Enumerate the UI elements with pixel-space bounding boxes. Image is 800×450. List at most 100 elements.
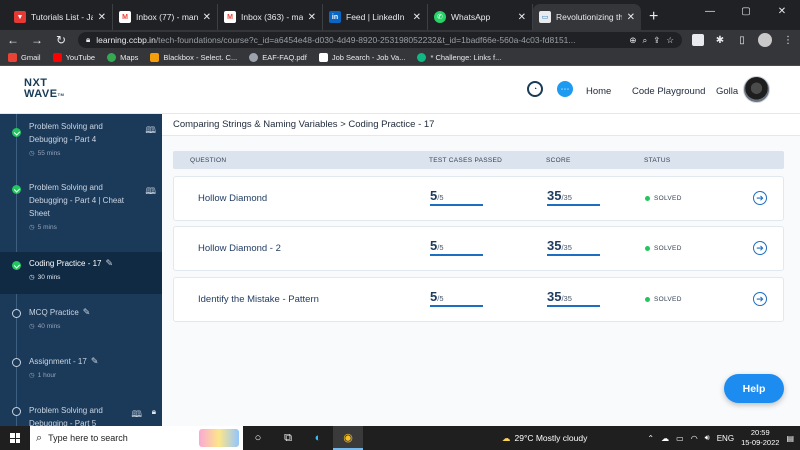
- puzzle-icon[interactable]: ✱: [714, 35, 726, 46]
- address-bar[interactable]: 🔒︎ learning.ccbp.in/tech-foundations/cou…: [78, 32, 682, 48]
- whatsapp-icon: ✆: [434, 11, 446, 23]
- close-icon[interactable]: ✕: [413, 12, 421, 23]
- forward-icon[interactable]: →: [30, 33, 44, 47]
- new-tab-button[interactable]: +: [649, 4, 658, 30]
- test-cases-passed: 5/5: [430, 188, 483, 206]
- minimize-icon[interactable]: —: [692, 0, 728, 22]
- close-icon[interactable]: ✕: [98, 12, 106, 23]
- breadcrumb[interactable]: Comparing Strings & Naming Variables > C…: [173, 119, 434, 130]
- sidebar-item-mcq-practice[interactable]: MCQ Practice ✎ ◷ 40 mins: [0, 306, 162, 346]
- status-dot-icon: [645, 196, 650, 201]
- timer-icon[interactable]: ◔: [527, 81, 543, 97]
- url-text[interactable]: learning.ccbp.in/tech-foundations/course…: [96, 35, 623, 45]
- taskbar-search-box[interactable]: ⌕ Type here to search: [30, 426, 243, 450]
- back-icon[interactable]: ←: [6, 33, 20, 47]
- nav-code-playground-link[interactable]: Code Playground: [632, 86, 705, 97]
- profile-icon[interactable]: [758, 33, 772, 47]
- table-row[interactable]: Identify the Mistake - Pattern 5/5 35/35…: [173, 277, 784, 322]
- tab-title: Inbox (363) - mano: [241, 12, 303, 22]
- test-cases-passed: 5/5: [430, 289, 483, 307]
- challenge-icon: [417, 53, 427, 62]
- bookmark-maps[interactable]: Maps: [107, 53, 138, 62]
- table-row[interactable]: Hollow Diamond - 2 5/5 35/35 SOLVED ➔: [173, 226, 784, 271]
- bookmark-blackbox[interactable]: Blackbox - Select. C...: [150, 53, 237, 62]
- edge-icon[interactable]: ◐: [303, 426, 333, 450]
- windows-start-icon[interactable]: [0, 426, 30, 450]
- arrow-right-circle-icon[interactable]: ➔: [753, 191, 767, 205]
- status-badge: SOLVED: [645, 245, 682, 252]
- browser-tab[interactable]: ▼ Tutorials List - Java ✕: [8, 4, 113, 30]
- book-icon[interactable]: 🕮︎: [145, 184, 156, 200]
- progress-bar: [547, 204, 600, 206]
- maximize-icon[interactable]: ▢: [728, 0, 764, 22]
- close-icon[interactable]: ✕: [203, 12, 211, 23]
- arrow-right-circle-icon[interactable]: ➔: [753, 241, 767, 255]
- pending-circle-icon: [12, 407, 21, 416]
- job-icon: [318, 53, 328, 62]
- bookmark-gmail[interactable]: Gmail: [8, 53, 41, 62]
- wifi-icon[interactable]: ◠: [691, 434, 698, 443]
- book-icon[interactable]: 🕮︎: [145, 123, 156, 139]
- close-icon[interactable]: ✕: [518, 12, 526, 23]
- close-icon[interactable]: ✕: [308, 12, 316, 23]
- star-icon[interactable]: ☆: [666, 35, 674, 46]
- table-header: QUESTION TEST CASES PASSED SCORE STATUS: [173, 151, 784, 169]
- close-window-icon[interactable]: ✕: [764, 0, 800, 22]
- sidebar-icon[interactable]: ▯: [736, 35, 748, 46]
- task-view-icon[interactable]: ⧉: [273, 426, 303, 450]
- avatar[interactable]: [743, 76, 770, 103]
- arrow-right-circle-icon[interactable]: ➔: [753, 292, 767, 306]
- bookmark-youtube[interactable]: YouTube: [52, 53, 95, 62]
- ccbp-icon: ▭: [539, 11, 551, 23]
- tab-title: WhatsApp: [451, 12, 491, 22]
- sidebar-item-problem-solving-part-5[interactable]: Problem Solving and Debugging - Part 5 🕮…: [0, 404, 162, 426]
- search-placeholder: Type here to search: [48, 433, 128, 443]
- notification-icon[interactable]: ▤: [786, 434, 794, 443]
- weather-widget[interactable]: ☁ 29°C Mostly cloudy: [502, 426, 587, 450]
- cortana-icon[interactable]: ○: [243, 426, 273, 450]
- menu-icon[interactable]: ⋮: [782, 35, 794, 46]
- user-name[interactable]: Golla: [716, 86, 738, 97]
- book-icon[interactable]: 🕮︎: [131, 407, 142, 423]
- close-icon[interactable]: ✕: [627, 12, 635, 23]
- search-icon[interactable]: ⌕: [642, 35, 647, 46]
- browser-tab[interactable]: M Inbox (363) - mano ✕: [218, 4, 323, 30]
- volume-icon[interactable]: 🔊︎: [705, 433, 710, 443]
- search-icon: ⌕: [36, 431, 43, 444]
- clock[interactable]: 20:59 15-09-2022: [741, 428, 779, 448]
- bookmark-job-search[interactable]: Job Search - Job Va...: [318, 53, 405, 62]
- share-icon[interactable]: ⇪: [653, 35, 660, 46]
- sidebar-item-cheat-sheet[interactable]: Problem Solving and Debugging - Part 4 |…: [0, 181, 162, 245]
- browser-tab[interactable]: ✆ WhatsApp ✕: [428, 4, 533, 30]
- clock-icon: ◷: [29, 372, 35, 379]
- blackbox-icon: [150, 53, 160, 62]
- browser-tab[interactable]: in Feed | LinkedIn ✕: [323, 4, 428, 30]
- sidebar-item-coding-practice-17[interactable]: Coding Practice - 17 ✎ ◷ 30 mins: [0, 252, 162, 294]
- table-row[interactable]: Hollow Diamond 5/5 35/35 SOLVED ➔: [173, 176, 784, 221]
- nav-home-link[interactable]: Home: [586, 86, 611, 97]
- browser-tab[interactable]: M Inbox (77) - manoje ✕: [113, 4, 218, 30]
- chat-icon[interactable]: ⋯: [557, 81, 573, 97]
- tab-title: Tutorials List - Java: [31, 12, 93, 22]
- chevron-up-icon[interactable]: ⌃: [647, 434, 654, 443]
- sidebar-item-problem-solving-part-4[interactable]: Problem Solving and Debugging - Part 4 ◷…: [0, 120, 162, 170]
- install-icon[interactable]: ⊕: [629, 35, 636, 46]
- bookmark-eaf-faq[interactable]: EAF-FAQ.pdf: [249, 53, 307, 62]
- globe-icon: [249, 53, 259, 62]
- question-title[interactable]: Hollow Diamond - 2: [198, 243, 281, 254]
- help-button[interactable]: Help: [724, 374, 784, 403]
- reload-icon[interactable]: ↻: [54, 33, 68, 47]
- question-title[interactable]: Hollow Diamond: [198, 193, 267, 204]
- sidebar-item-assignment-17[interactable]: Assignment - 17 ✎ ◷ 1 hour: [0, 355, 162, 395]
- question-title[interactable]: Identify the Mistake - Pattern: [198, 294, 319, 305]
- language-indicator[interactable]: ENG: [717, 434, 734, 443]
- extension-icon[interactable]: [692, 34, 704, 46]
- chrome-icon[interactable]: ◉: [333, 426, 363, 450]
- status-badge: SOLVED: [645, 296, 682, 303]
- browser-tab-active[interactable]: ▭ Revolutionizing the ✕: [533, 4, 641, 30]
- bookmark-challenge[interactable]: * Challenge: Links f...: [417, 53, 501, 62]
- progress-bar: [430, 254, 483, 256]
- nxtwave-logo[interactable]: NXT WAVETM: [24, 78, 64, 100]
- battery-icon[interactable]: ▭: [676, 434, 684, 443]
- cloud-sync-icon[interactable]: ☁: [661, 434, 669, 443]
